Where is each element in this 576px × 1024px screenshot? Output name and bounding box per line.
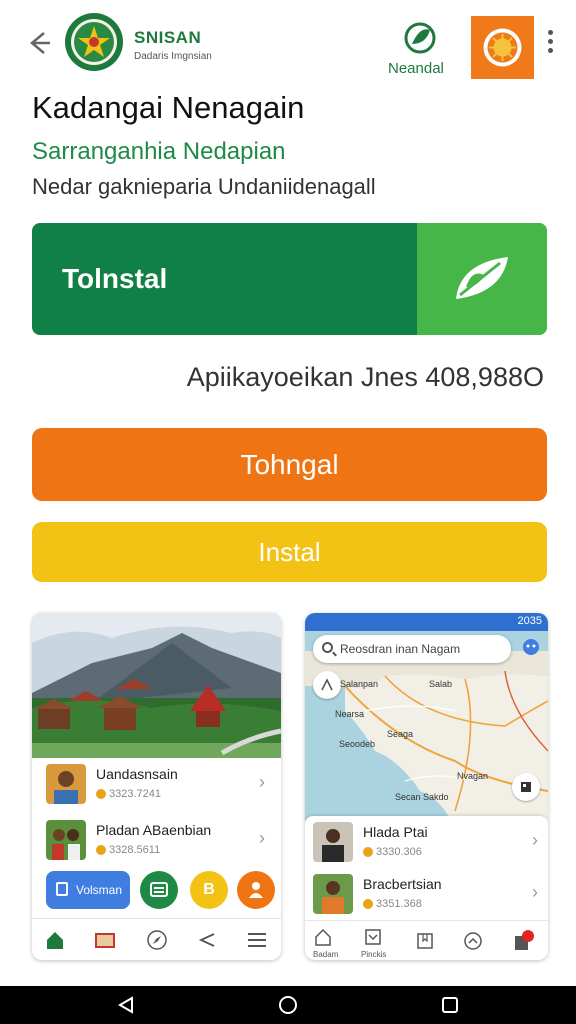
list-item-meta: 3328.5611 (96, 844, 160, 856)
avatar (313, 874, 353, 914)
nav-label: Badam (313, 950, 339, 959)
orange-action-button[interactable]: Tohngal (32, 428, 547, 501)
coin-icon (96, 789, 106, 800)
app-detail-page: SNISAN Dadaris Imgnsian Neandal Kadangai (0, 0, 576, 1024)
sun-emblem-icon (483, 28, 522, 67)
location-button[interactable] (313, 671, 341, 699)
coin-icon (363, 899, 373, 910)
bookmark-icon[interactable] (415, 931, 435, 951)
coin-icon (96, 845, 106, 856)
list-item-name: Hlada Ptai (363, 824, 428, 840)
header: SNISAN Dadaris Imgnsian Neandal (0, 0, 576, 88)
map-label: Seaga (387, 729, 414, 739)
install-button-label: Tolnstal (62, 263, 168, 294)
profile-button[interactable] (237, 871, 275, 909)
layers-button[interactable] (512, 773, 540, 801)
list-item-name: Bracbertsian (363, 876, 442, 892)
leaf-icon (456, 257, 508, 299)
list-item[interactable]: Pladan ABaenbian 3328.5611 › (38, 814, 275, 868)
more-options-icon[interactable] (542, 30, 558, 60)
list-item[interactable]: Hlada Ptai 3330.306 › (305, 816, 548, 870)
yellow-install-button[interactable]: Instal (32, 522, 547, 582)
clipboard-icon (56, 882, 68, 896)
map-label: Salanpan (340, 679, 379, 689)
app-developer[interactable]: Sarranganhia Nedapian (32, 138, 286, 166)
volsman-button-label: Volsman (76, 883, 123, 897)
notification-icon[interactable] (511, 929, 535, 953)
list-item-name: Pladan ABaenbian (96, 822, 212, 838)
list-item-meta: 3330.306 (363, 846, 422, 858)
map-label: Nearsa (335, 709, 365, 719)
list-item-meta: 3323.7241 (96, 788, 161, 800)
coin-icon (363, 847, 373, 858)
chevron-right-icon: › (259, 772, 265, 792)
nav-label: Pinckis (361, 950, 387, 959)
leaf-partner-icon (404, 22, 436, 54)
screenshot-left[interactable]: Uandasnsain 3323.7241 › Pladan ABaenbian… (32, 613, 281, 960)
compass-icon[interactable] (146, 929, 168, 951)
avatar (46, 764, 86, 804)
bottom-nav (32, 918, 281, 960)
bottom-nav: Badam Pinckis (305, 920, 548, 960)
system-nav-bar (0, 986, 576, 1024)
explore-icon[interactable] (463, 931, 483, 951)
volsman-button[interactable]: Volsman (46, 871, 130, 909)
brand-subtitle: Dadaris Imgnsian (134, 51, 212, 62)
list-item[interactable]: Bracbertsian 3351.368 › (305, 868, 548, 922)
location-icon (321, 678, 333, 691)
list-item[interactable]: Uandasnsain 3323.7241 › (38, 758, 275, 812)
b-button[interactable]: B (190, 871, 228, 909)
app-title: Kadangai Nenagain (32, 90, 305, 125)
chat-icon (150, 882, 168, 897)
map-label: Secan Sakdo (395, 792, 449, 802)
map-label: Nvagan (457, 771, 489, 781)
layers-icon (521, 782, 531, 792)
right-result-list: Hlada Ptai 3330.306 › Bracbertsian 3351.… (305, 816, 548, 920)
recents-square-icon[interactable] (440, 995, 460, 1015)
photo-icon[interactable] (94, 929, 116, 951)
logo-emblem-icon (65, 13, 123, 71)
map-search-input[interactable]: Reosdran inan Nagam (313, 635, 511, 663)
map-label: Salab (429, 679, 453, 689)
map-label: Seoodeb (339, 739, 376, 749)
avatar (46, 820, 86, 860)
status-time: 2035 (517, 615, 542, 627)
back-arrow-icon[interactable] (24, 28, 54, 58)
mountain-village-image (32, 613, 281, 758)
brand-name: SNISAN (134, 28, 202, 47)
home-icon[interactable] (313, 927, 333, 947)
avatar (313, 822, 353, 862)
list-item-meta: 3351.368 (363, 898, 422, 910)
download-count: Apiikayoeikan Jnes 408,988O (186, 362, 544, 392)
chevron-right-icon: › (532, 830, 538, 850)
screenshot-right[interactable]: 2035 Reosdran inan Nagam Salanpan Salab … (305, 613, 548, 960)
menu-icon[interactable] (246, 929, 268, 951)
share-icon[interactable] (196, 929, 218, 951)
partner-label: Neandal (388, 60, 444, 77)
install-button-icon-panel (417, 223, 547, 335)
action-row: Volsman B (32, 869, 281, 913)
status-bar: 2035 (305, 613, 548, 631)
app-description: Nedar gaknieparia Undaniidenagall (32, 174, 376, 199)
install-button[interactable]: Tolnstal (32, 223, 547, 335)
app-badge (471, 16, 534, 79)
chat-button[interactable] (140, 871, 178, 909)
search-icon (322, 642, 333, 653)
back-triangle-icon[interactable] (116, 995, 136, 1015)
home-circle-icon[interactable] (278, 995, 298, 1015)
list-item-name: Uandasnsain (96, 766, 178, 782)
person-icon (249, 882, 263, 898)
picks-icon[interactable] (363, 927, 383, 947)
chevron-right-icon: › (259, 828, 265, 848)
left-result-list: Uandasnsain 3323.7241 › Pladan ABaenbian… (38, 758, 275, 868)
home-icon[interactable] (44, 929, 66, 951)
search-placeholder: Reosdran inan Nagam (340, 642, 461, 656)
assistant-icon[interactable] (521, 637, 541, 657)
chevron-right-icon: › (532, 882, 538, 902)
